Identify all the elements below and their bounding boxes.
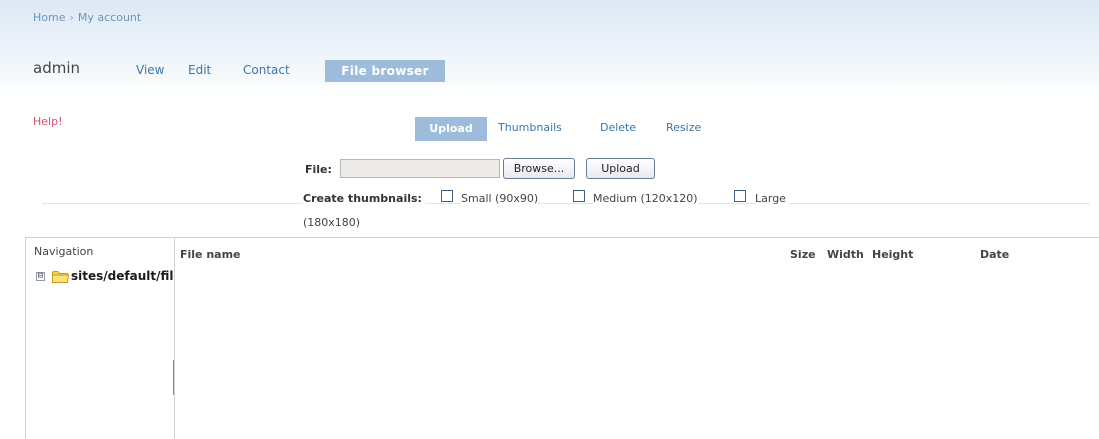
large-thumbnail-label: Large <box>755 192 789 205</box>
large-thumbnail-checkbox[interactable] <box>734 190 746 202</box>
help-link[interactable]: Help! <box>33 115 63 128</box>
tab-contact[interactable]: Contact <box>243 63 290 77</box>
tree-item-files[interactable]: sites/default/files <box>71 269 173 283</box>
breadcrumb: Home › My account <box>33 11 141 24</box>
column-date[interactable]: Date <box>980 248 1009 261</box>
subtab-resize[interactable]: Resize <box>666 121 701 134</box>
column-height[interactable]: Height <box>872 248 913 261</box>
tab-edit[interactable]: Edit <box>188 63 211 77</box>
medium-thumbnail-label: Medium (120x120) <box>593 192 698 205</box>
small-thumbnail-checkbox[interactable] <box>441 190 453 202</box>
page-title: admin <box>33 59 80 77</box>
subtab-upload[interactable]: Upload <box>415 117 487 141</box>
file-path-input[interactable] <box>340 159 500 178</box>
subtab-delete[interactable]: Delete <box>600 121 636 134</box>
tab-view[interactable]: View <box>136 63 164 77</box>
navigation-title: Navigation <box>34 245 94 258</box>
column-file-name[interactable]: File name <box>180 248 241 261</box>
create-thumbnails-label: Create thumbnails: <box>303 192 425 205</box>
breadcrumb-home[interactable]: Home <box>33 11 65 24</box>
collapse-toggle-icon[interactable]: ⊟ <box>36 272 45 281</box>
browse-button[interactable]: Browse... <box>503 158 575 179</box>
large-thumbnail-size: (180x180) <box>303 216 361 229</box>
medium-thumbnail-checkbox[interactable] <box>573 190 585 202</box>
breadcrumb-separator: › <box>69 11 74 24</box>
file-label: File: <box>305 163 332 176</box>
column-size[interactable]: Size <box>790 248 816 261</box>
folder-icon <box>52 271 69 283</box>
column-width[interactable]: Width <box>827 248 864 261</box>
breadcrumb-current[interactable]: My account <box>78 11 141 24</box>
tab-file-browser[interactable]: File browser <box>325 60 445 82</box>
section-divider <box>42 203 1090 204</box>
browser-top-border <box>25 237 1099 238</box>
small-thumbnail-label: Small (90x90) <box>461 192 539 205</box>
subtab-thumbnails[interactable]: Thumbnails <box>498 121 562 134</box>
upload-button[interactable]: Upload <box>586 158 655 179</box>
header-band <box>0 0 1099 100</box>
navigation-scrollbar[interactable] <box>173 360 174 395</box>
